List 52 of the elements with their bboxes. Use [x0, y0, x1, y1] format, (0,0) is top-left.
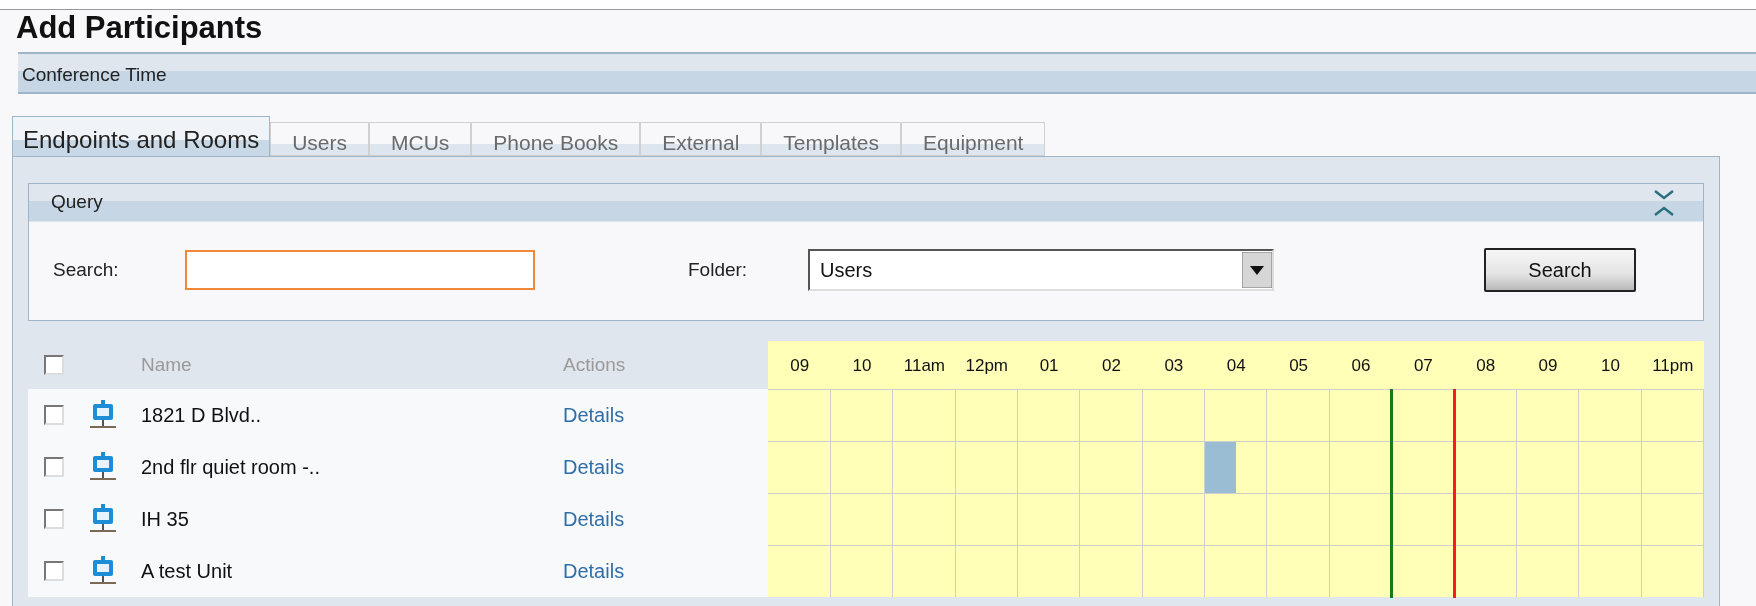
tab[interactable]: Users: [270, 122, 369, 156]
hour-label: 05: [1288, 355, 1310, 377]
tab[interactable]: Phone Books: [471, 122, 641, 156]
checkbox[interactable]: [44, 355, 64, 375]
tab[interactable]: External: [640, 122, 762, 156]
details-link[interactable]: Details: [563, 504, 625, 534]
details-link[interactable]: Details: [563, 452, 625, 482]
hour-label: 09: [789, 355, 811, 377]
endpoint-name: 1821 D Blvd..: [141, 403, 263, 428]
panel-title: Query: [50, 190, 103, 215]
hour-label: 12pm: [964, 355, 1009, 377]
search-label: Search:: [53, 257, 120, 282]
details-link[interactable]: Details: [563, 400, 625, 430]
column-header: Name: [141, 352, 193, 377]
checkbox[interactable]: [44, 509, 64, 529]
tab[interactable]: Endpoints and Rooms: [12, 116, 271, 156]
endpoint-name: 2nd flr quiet room -..: [141, 455, 321, 480]
endpoint-icon: [90, 400, 116, 430]
checkbox[interactable]: [44, 405, 64, 425]
details-link[interactable]: Details: [563, 556, 625, 586]
hour-label: 06: [1350, 355, 1372, 377]
endpoint-icon: [90, 556, 116, 586]
hour-label: 01: [1038, 355, 1060, 377]
hour-label: 10: [1599, 355, 1621, 377]
checkbox[interactable]: [44, 561, 64, 581]
search-field[interactable]: [185, 250, 535, 290]
hour-label: 03: [1163, 355, 1185, 377]
column-header: Actions: [563, 352, 626, 377]
dropdown-arrow-icon: [1242, 252, 1272, 288]
page-title: Add Participants: [15, 10, 264, 47]
hour-label: 09: [1537, 355, 1559, 377]
hour-label: 07: [1412, 355, 1434, 377]
hour-label: 04: [1225, 355, 1247, 377]
folder-label: Folder:: [688, 257, 749, 282]
collapse-icon[interactable]: [1653, 187, 1675, 218]
hour-label: 08: [1475, 355, 1497, 377]
endpoint-icon: [90, 452, 116, 482]
hour-label: 11am: [902, 355, 946, 377]
tab[interactable]: Equipment: [901, 122, 1046, 156]
checkbox[interactable]: [44, 457, 64, 477]
search-button[interactable]: Search: [1484, 248, 1636, 292]
folder-dropdown[interactable]: Users: [808, 249, 1274, 291]
section-bar: Conference Time: [18, 52, 1756, 94]
hour-label: 11pm: [1651, 355, 1695, 377]
booking-block: [1205, 442, 1236, 493]
endpoint-name: IH 35: [141, 507, 190, 532]
tab[interactable]: Templates: [761, 122, 902, 156]
hour-label: 10: [851, 355, 873, 377]
tab[interactable]: MCUs: [369, 122, 472, 156]
endpoint-icon: [90, 504, 116, 534]
hour-label: 02: [1101, 355, 1122, 377]
endpoint-name: A test Unit: [141, 559, 234, 584]
